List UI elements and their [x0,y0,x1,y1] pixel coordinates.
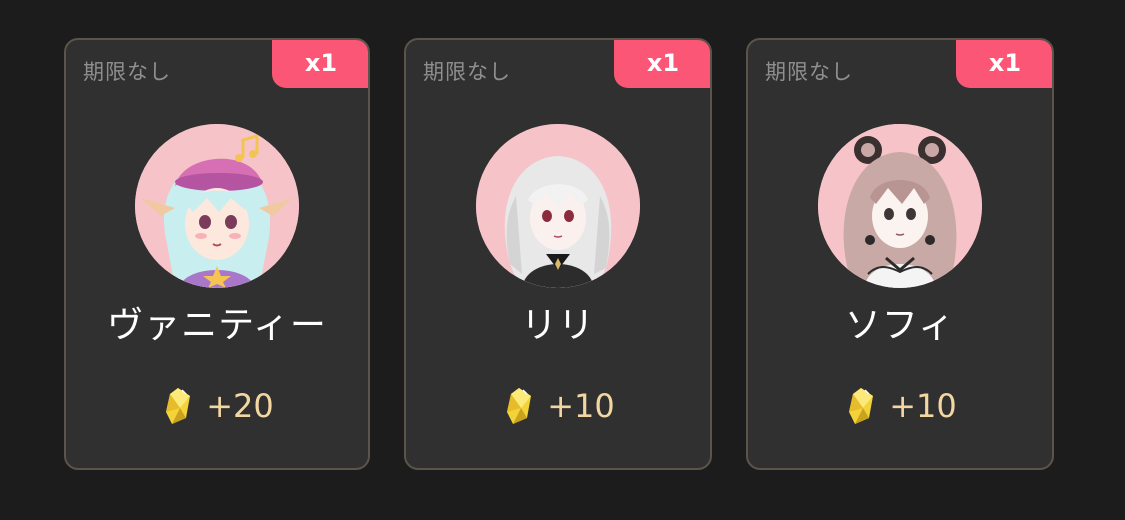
quantity-badge: x1 [614,40,710,88]
reward: +10 [406,386,710,426]
reward-value: +10 [547,387,615,425]
reward-value: +20 [206,387,274,425]
character-card-list: 期限なし x1 ヴァニティー +20 期限なし x1 リリ +10 期限なし x… [64,38,1054,470]
character-avatar [135,124,299,288]
character-card-vanity[interactable]: 期限なし x1 ヴァニティー +20 [64,38,370,470]
expiry-label: 期限なし [765,60,853,84]
character-name: ヴァニティー [107,305,327,346]
character-avatar [476,124,640,288]
crystal-gem-icon [507,388,532,424]
character-card-sophie[interactable]: 期限なし x1 ソフィ +10 [746,38,1054,470]
character-name: ソフィ [844,305,956,346]
character-name: リリ [520,305,595,346]
expiry-label: 期限なし [83,60,171,84]
avatar-lily-icon [476,124,640,288]
quantity-badge: x1 [956,40,1052,88]
character-card-lily[interactable]: 期限なし x1 リリ +10 [404,38,712,470]
reward: +20 [66,386,368,426]
crystal-gem-icon [849,388,874,424]
quantity-badge: x1 [272,40,368,88]
reward: +10 [748,386,1052,426]
avatar-sophie-icon [818,124,982,288]
character-avatar [818,124,982,288]
reward-value: +10 [889,387,957,425]
avatar-vanity-icon [135,124,299,288]
crystal-gem-icon [166,388,191,424]
expiry-label: 期限なし [423,60,511,84]
